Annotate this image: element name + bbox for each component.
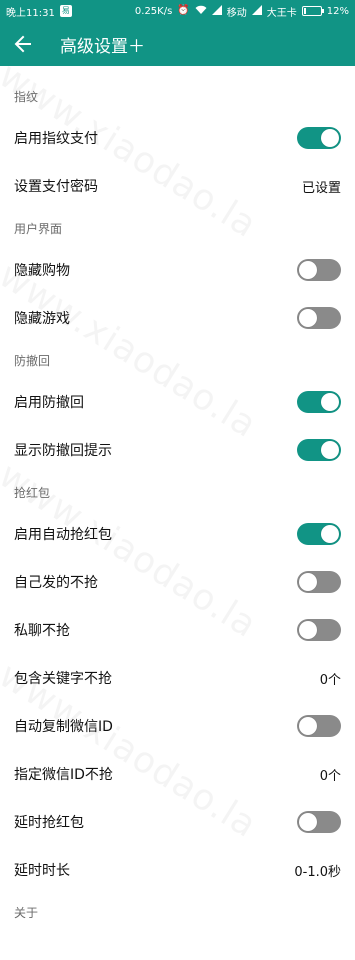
setting-value: 0个	[319, 768, 341, 784]
toggle-knob	[299, 621, 317, 639]
setting-delay-grab[interactable]: 延时抢红包	[0, 798, 355, 846]
page-title: 高级设置＋	[60, 36, 145, 57]
screen: www.xiaodao.la www.xiaodao.la www.xiaoda…	[0, 0, 355, 960]
setting-label: 自己发的不抢	[14, 575, 98, 591]
setting-label: 延时抢红包	[14, 815, 84, 831]
toggle-switch[interactable]	[297, 571, 341, 593]
status-bar: 晚上11:31 易 0.25K/s ⏰ 移动 大王卡 12%	[0, 0, 355, 22]
toggle-knob	[299, 261, 317, 279]
toggle-switch[interactable]	[297, 619, 341, 641]
setting-label: 启用自动抢红包	[14, 527, 112, 543]
setting-label: 设置支付密码	[14, 179, 98, 195]
setting-value: 0个	[319, 672, 341, 688]
setting-value: 已设置	[301, 180, 341, 196]
setting-label: 显示防撤回提示	[14, 443, 112, 459]
battery-icon	[301, 6, 324, 16]
carrier-2: 大王卡	[266, 7, 297, 19]
setting-skip-private[interactable]: 私聊不抢	[0, 606, 355, 654]
wifi-icon	[195, 5, 207, 18]
setting-enable-auto-grab[interactable]: 启用自动抢红包	[0, 510, 355, 558]
section-header-red-packet: 抢红包	[14, 485, 51, 500]
setting-label: 指定微信ID不抢	[14, 767, 113, 783]
toggle-switch[interactable]	[297, 811, 341, 833]
section-header-fingerprint: 指纹	[14, 89, 39, 104]
setting-value: 0-1.0秒	[294, 864, 341, 880]
toggle-knob	[299, 309, 317, 327]
toggle-switch[interactable]	[297, 307, 341, 329]
setting-hide-games[interactable]: 隐藏游戏	[0, 294, 355, 342]
toggle-knob	[299, 573, 317, 591]
network-speed: 0.25K/s	[134, 5, 173, 17]
carrier-1: 移动	[226, 7, 247, 19]
setting-id-skip[interactable]: 指定微信ID不抢 0个	[0, 750, 355, 798]
signal-icon	[251, 4, 262, 18]
settings-list: 指纹 启用指纹支付 设置支付密码 已设置 用户界面 隐藏购物 隐藏游戏 防撤回 …	[0, 78, 355, 930]
setting-label: 包含关键字不抢	[14, 671, 112, 687]
section-header-anti-recall: 防撤回	[14, 353, 51, 368]
setting-label: 启用指纹支付	[14, 131, 98, 147]
setting-delay-duration[interactable]: 延时时长 0-1.0秒	[0, 846, 355, 894]
toggle-knob	[321, 129, 339, 147]
toggle-knob	[321, 441, 339, 459]
setting-label: 延时时长	[14, 863, 70, 879]
setting-keyword-skip[interactable]: 包含关键字不抢 0个	[0, 654, 355, 702]
status-time: 晚上11:31	[6, 7, 55, 19]
battery-level	[303, 8, 306, 14]
setting-label: 隐藏购物	[14, 263, 70, 279]
app-bar: 高级设置＋	[0, 22, 355, 66]
arrow-left-icon	[14, 35, 31, 53]
setting-auto-copy-id[interactable]: 自动复制微信ID	[0, 702, 355, 750]
toggle-knob	[321, 525, 339, 543]
signal-icon	[211, 4, 222, 18]
setting-label: 自动复制微信ID	[14, 719, 113, 735]
setting-show-anti-recall-tip[interactable]: 显示防撤回提示	[0, 426, 355, 474]
toggle-knob	[299, 813, 317, 831]
toggle-knob	[299, 717, 317, 735]
setting-hide-shopping[interactable]: 隐藏购物	[0, 246, 355, 294]
section-header-about: 关于	[14, 905, 39, 920]
setting-set-pay-password[interactable]: 设置支付密码 已设置	[0, 162, 355, 210]
setting-enable-fingerprint-pay[interactable]: 启用指纹支付	[0, 114, 355, 162]
section-header-ui: 用户界面	[14, 221, 63, 236]
toggle-switch[interactable]	[297, 127, 341, 149]
toggle-switch[interactable]	[297, 259, 341, 281]
setting-label: 私聊不抢	[14, 623, 70, 639]
battery-percent: 12%	[326, 5, 349, 17]
toggle-knob	[321, 393, 339, 411]
toggle-switch[interactable]	[297, 439, 341, 461]
toggle-switch[interactable]	[297, 715, 341, 737]
setting-skip-own[interactable]: 自己发的不抢	[0, 558, 355, 606]
alarm-icon: ⏰	[177, 5, 190, 16]
setting-label: 隐藏游戏	[14, 311, 70, 327]
back-button[interactable]	[0, 22, 46, 66]
toggle-switch[interactable]	[297, 523, 341, 545]
app-notification-icon: 易	[59, 5, 72, 17]
setting-label: 启用防撤回	[14, 395, 84, 411]
toggle-switch[interactable]	[297, 391, 341, 413]
setting-enable-anti-recall[interactable]: 启用防撤回	[0, 378, 355, 426]
